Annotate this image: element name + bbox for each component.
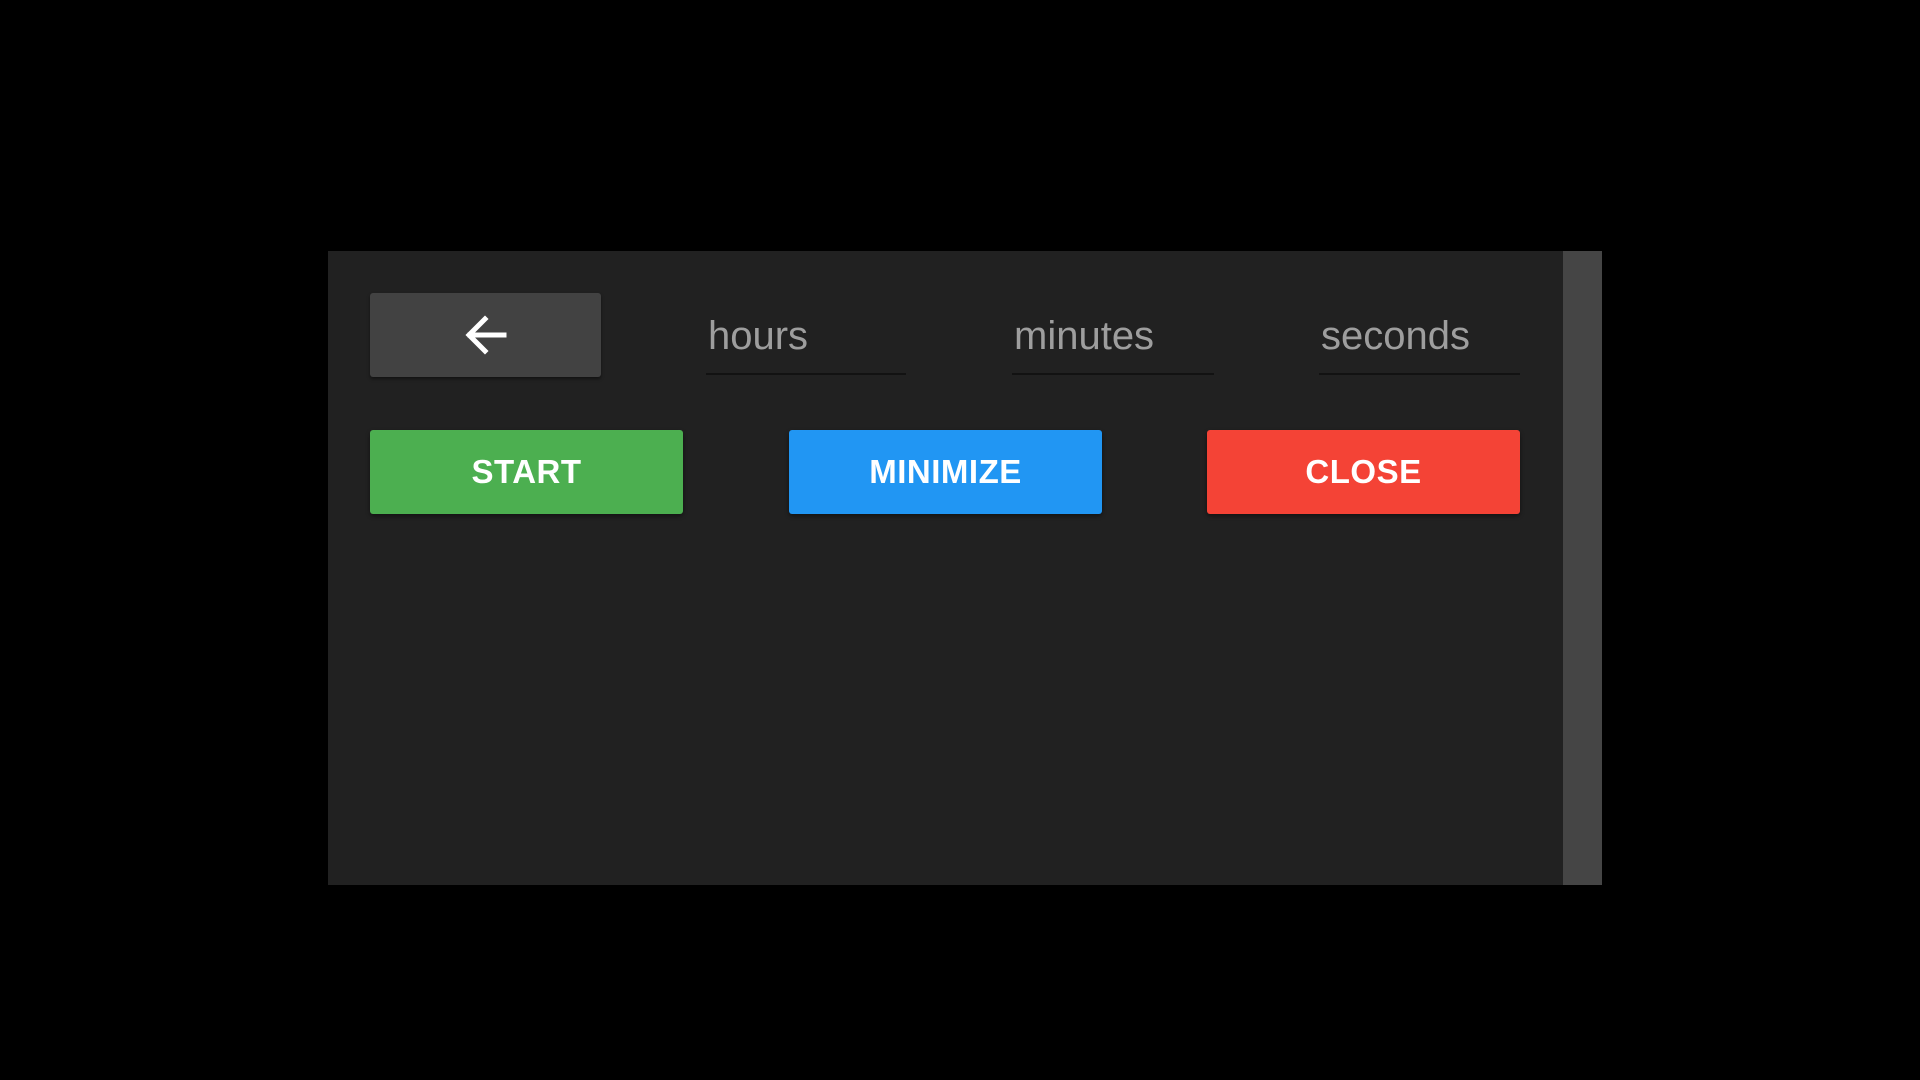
hours-input[interactable] bbox=[706, 305, 906, 375]
scrollbar[interactable] bbox=[1563, 251, 1602, 885]
back-button[interactable] bbox=[370, 293, 601, 377]
seconds-input[interactable] bbox=[1319, 305, 1520, 375]
minimize-button[interactable]: MINIMIZE bbox=[789, 430, 1102, 514]
timer-window: START MINIMIZE CLOSE bbox=[328, 251, 1602, 885]
arrow-left-icon bbox=[464, 315, 508, 355]
start-button[interactable]: START bbox=[370, 430, 683, 514]
close-button[interactable]: CLOSE bbox=[1207, 430, 1520, 514]
minutes-input[interactable] bbox=[1012, 305, 1214, 375]
